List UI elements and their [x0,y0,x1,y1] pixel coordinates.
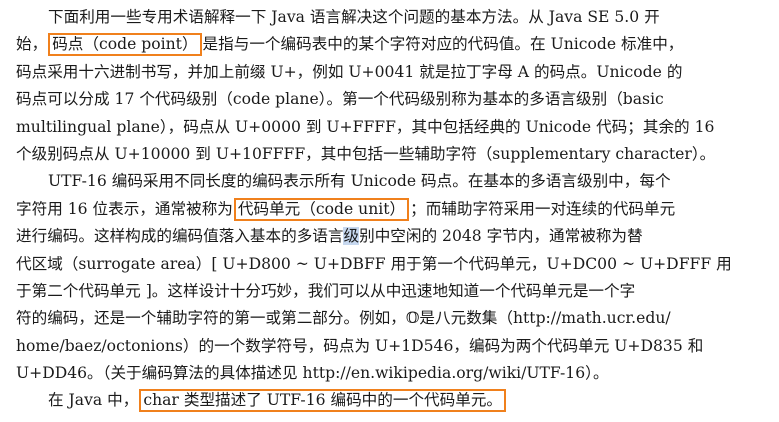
text-line: multilingual plane），码点从 U+0000 到 U+FFFF，… [16,117,715,136]
book-page: 下面利用一些专用术语解释一下 Java 语言解决这个问题的基本方法。从 Java… [0,0,779,422]
text-line: 始， 码点（code point） 是指与一个编码表中的某个字符对应的代码值。在 U… [16,31,767,58]
text-line: U+DD46。（关于编码算法的具体描述见 http://en.wikipedia… [16,364,609,383]
highlight-code-unit: 代码单元（code unit） [233,197,410,221]
text-line: 符的编码，还是一个辅助字符的第一或第二部分。例如，𝕆是八元数集（http://m… [16,309,671,328]
highlight-code-point: 码点（code point） [48,33,202,57]
text-line: 码点采用十六进制书写，并加上前缀 U+，例如 U+0041 就是拉丁字母 A 的… [16,62,683,81]
text-line: 在 Java 中， char 类型描述了 UTF-16 编码中的一个代码单元。 [16,387,767,414]
text-line: 字符用 16 位表示，通常被称为 代码单元（code unit） ；而辅助字符采用一… [16,196,767,223]
text-line: UTF-16 编码采用不同长度的编码表示所有 Unicode 码点。在基本的多语… [48,172,671,191]
text-selection: 级 [343,227,360,246]
text-line: 个级别码点从 U+10000 到 U+10FFFF，其中包括一些辅助字符（sup… [16,144,716,163]
text-line: 下面利用一些专用术语解释一下 Java 语言解决这个问题的基本方法。从 Java… [48,8,660,26]
text-line: 进行编码。这样构成的编码值落入基本的多语言级别中空闲的 2048 字节内，通常被… [16,227,643,246]
text-line: 于第二个代码单元 ]。这样设计十分巧妙，我们可以从中迅速地知道一个代码单元是一个… [16,281,636,300]
highlight-char-type: char 类型描述了 UTF-16 编码中的一个代码单元。 [139,389,507,413]
text-line: 码点可以分成 17 个代码级别（code plane）。第一个代码级别称为基本的… [16,90,664,109]
text-line: 代区域（surrogate area）[ U+D800 ~ U+DBFF 用于第… [16,254,732,273]
text-line: home/baez/octonions）的一个数学符号，码点为 U+1D546，… [16,336,704,355]
